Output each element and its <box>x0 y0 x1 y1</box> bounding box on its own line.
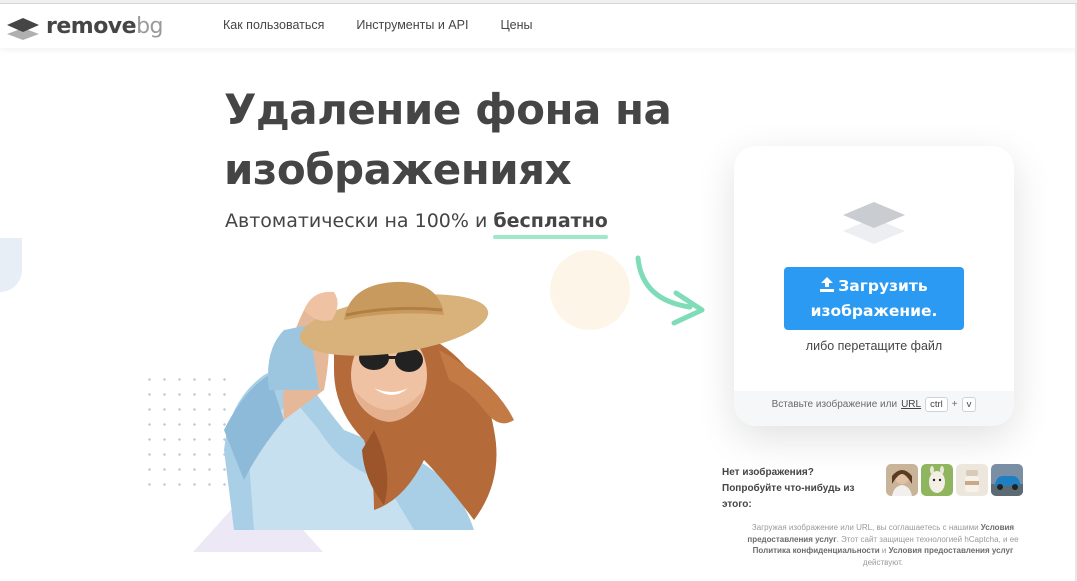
curved-arrow-icon <box>632 255 707 332</box>
hero-subtitle-emphasis: бесплатно <box>493 210 608 232</box>
upload-image-button[interactable]: Загрузить изображение. <box>784 267 964 330</box>
key-v: v <box>961 397 977 412</box>
sample-prompt: Нет изображения? Попробуйте что-нибудь и… <box>722 467 855 510</box>
paste-url-link[interactable]: URL <box>901 399 921 410</box>
logo-word-bg: bg <box>136 13 164 39</box>
drop-file-hint: либо перетащите файл <box>805 339 943 353</box>
page-title: Удаление фона на изображениях <box>224 85 672 194</box>
legal-text-3: и <box>879 546 889 555</box>
nav-how-to-use[interactable]: Как пользоваться <box>223 18 324 32</box>
key-ctrl: ctrl <box>925 397 948 412</box>
decorative-dots <box>142 372 232 492</box>
logo[interactable]: removebg <box>6 12 164 40</box>
legal-text-4: действуют. <box>862 557 904 567</box>
main-nav: Как пользоваться Инструменты и API Цены <box>223 18 533 32</box>
key-plus: + <box>951 399 958 410</box>
legal-notice: Загружая изображение или URL, вы соглаша… <box>745 522 1021 568</box>
nav-pricing[interactable]: Цены <box>500 18 532 32</box>
logo-layers-icon <box>6 12 40 40</box>
hero-subtitle-text: Автоматически на 100% и <box>225 210 494 232</box>
terms-link-2[interactable]: Условия предоставления услуг <box>889 546 1014 555</box>
sample-woman[interactable] <box>886 464 918 496</box>
site-header: removebg Как пользоваться Инструменты и … <box>0 4 1077 48</box>
decorative-circle-yellow <box>550 250 630 330</box>
privacy-link[interactable]: Политика конфиденциальности <box>753 546 880 555</box>
legal-text-1: Загружая изображение или URL, вы соглаша… <box>751 523 981 532</box>
nav-tools-api[interactable]: Инструменты и API <box>356 18 468 32</box>
logo-text: removebg <box>46 13 164 39</box>
decorative-circle <box>0 238 22 292</box>
sample-llama[interactable] <box>921 464 953 496</box>
upload-arrow-icon <box>820 275 835 299</box>
layers-icon <box>841 198 907 253</box>
logo-word-remove: remove <box>46 13 137 39</box>
upload-card: Загрузить изображение. либо перетащите ф… <box>734 146 1014 426</box>
hero-subtitle: Автоматически на 100% и бесплатно <box>225 210 608 232</box>
sample-car[interactable] <box>991 464 1023 496</box>
sample-cup[interactable] <box>956 464 988 496</box>
hero-photo <box>224 280 524 530</box>
legal-text-2: . Этот сайт защищен технологией hCaptcha… <box>836 534 1019 544</box>
sample-images <box>886 464 1023 496</box>
paste-hint-text: Вставьте изображение или <box>771 399 898 410</box>
paste-hint: Вставьте изображение или URL ctrl + v <box>734 391 1014 426</box>
